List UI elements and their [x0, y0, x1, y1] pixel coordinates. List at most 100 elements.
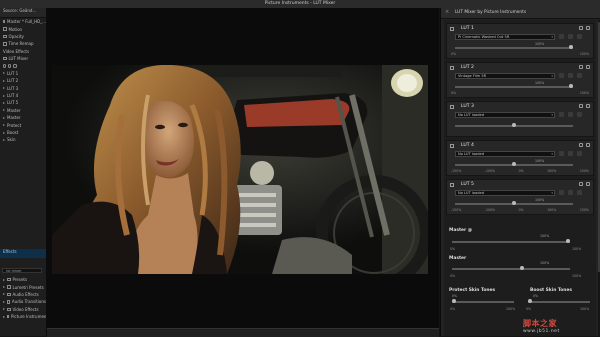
effect-tree-row[interactable]: Opacity [0, 33, 46, 40]
lut-select-dropdown[interactable]: PI Cinematic Washed Out 5R ▾ [455, 34, 555, 40]
effects-search-input[interactable]: lut mixer [2, 268, 42, 273]
disclosure-triangle-icon[interactable] [3, 293, 5, 296]
lut-mix-slider-knob[interactable] [569, 84, 573, 88]
disclosure-triangle-icon[interactable] [3, 87, 5, 90]
lut-mix-slider-track[interactable] [455, 86, 573, 88]
load-button[interactable] [568, 112, 573, 117]
folder-icon[interactable] [586, 103, 590, 108]
link-icon[interactable] [579, 142, 583, 147]
disclosure-triangle-icon[interactable] [3, 315, 5, 318]
lut-enable-icon[interactable] [450, 65, 454, 70]
mask-tool-icon[interactable] [13, 64, 17, 68]
link-icon[interactable] [579, 181, 583, 186]
effect-tree-row[interactable]: Protect [0, 121, 46, 128]
effect-tree-row[interactable]: LUT 3 [0, 85, 46, 92]
load-button[interactable] [568, 151, 573, 156]
fx-icon[interactable] [3, 34, 7, 39]
disclosure-triangle-icon[interactable] [3, 101, 5, 104]
effects-tree-row[interactable]: Lumetri Presets [0, 283, 46, 290]
folder-icon[interactable] [586, 181, 590, 186]
effect-tree-row[interactable]: Motion [0, 25, 46, 32]
reset-button[interactable] [577, 190, 582, 195]
effect-tree-row[interactable]: Time Remap [0, 40, 46, 47]
disclosure-triangle-icon[interactable] [3, 79, 5, 82]
effect-tree-row[interactable]: Video Effects [0, 48, 46, 55]
disclosure-triangle-icon[interactable] [3, 72, 5, 75]
effect-tree-row[interactable]: LUT 2 [0, 77, 46, 84]
reset-button[interactable] [577, 34, 582, 39]
effects-panel-tab[interactable]: Effects [0, 249, 46, 258]
lut-mix-slider-knob[interactable] [512, 201, 516, 205]
effect-tree-row[interactable]: LUT Mixer [0, 55, 46, 62]
disclosure-triangle-icon[interactable] [3, 131, 5, 134]
folder-icon[interactable] [586, 25, 590, 30]
effect-tree-row[interactable]: Master [0, 114, 46, 121]
effect-tree-row[interactable]: Master * Full_HD_... [0, 18, 46, 25]
lut-mix-slider-track[interactable] [455, 47, 573, 49]
reset-button[interactable] [577, 151, 582, 156]
eye-toggle-button[interactable] [559, 112, 564, 117]
lut-select-dropdown[interactable]: No LUT loaded ▾ [455, 151, 555, 157]
effect-tree-row[interactable]: Master [0, 107, 46, 114]
eye-toggle-button[interactable] [559, 73, 564, 78]
boost-skin-slider-track[interactable] [528, 301, 590, 303]
reset-button[interactable] [577, 112, 582, 117]
fx-icon[interactable] [3, 19, 6, 24]
protect-skin-slider-knob[interactable] [452, 299, 456, 303]
load-button[interactable] [568, 73, 573, 78]
disclosure-triangle-icon[interactable] [3, 124, 5, 127]
master-at-slider-track[interactable] [452, 241, 570, 243]
disclosure-triangle-icon[interactable] [3, 94, 5, 97]
disclosure-triangle-icon[interactable] [3, 286, 5, 289]
folder-icon[interactable] [586, 64, 590, 69]
close-icon[interactable]: × [445, 10, 449, 15]
lut-select-dropdown[interactable]: Vintage Film 5R ▾ [455, 73, 555, 79]
effect-tree-row[interactable]: Skin [0, 136, 46, 143]
protect-skin-slider-track[interactable] [452, 301, 514, 303]
master-at-slider-knob[interactable] [566, 239, 570, 243]
lut-enable-icon[interactable] [450, 26, 454, 31]
lut-select-dropdown[interactable]: No LUT loaded ▾ [455, 112, 555, 118]
fx-icon[interactable] [3, 56, 7, 61]
lut-select-dropdown[interactable]: No LUT loaded ▾ [455, 190, 555, 196]
lut-mix-slider-knob[interactable] [569, 45, 573, 49]
link-icon[interactable] [579, 25, 583, 30]
disclosure-triangle-icon[interactable] [3, 300, 5, 303]
load-button[interactable] [568, 190, 573, 195]
lut-mix-slider-knob[interactable] [512, 162, 516, 166]
effect-tree-row[interactable] [0, 62, 46, 69]
folder-icon[interactable] [586, 142, 590, 147]
disclosure-triangle-icon[interactable] [3, 278, 5, 281]
eye-toggle-button[interactable] [559, 151, 564, 156]
effects-tree-row[interactable]: Audio Transitions [0, 298, 46, 305]
master-slider-track[interactable] [452, 268, 570, 270]
lut-enable-icon[interactable] [450, 143, 454, 148]
lut-enable-icon[interactable] [450, 182, 454, 187]
effects-tree-row[interactable]: Picture Instruments [0, 313, 46, 320]
effect-tree-row[interactable]: LUT 4 [0, 92, 46, 99]
eye-toggle-button[interactable] [559, 190, 564, 195]
load-button[interactable] [568, 34, 573, 39]
effects-tree-row[interactable]: Video Effects [0, 306, 46, 313]
disclosure-triangle-icon[interactable] [3, 109, 5, 112]
link-icon[interactable] [579, 64, 583, 69]
boost-skin-slider-knob[interactable] [528, 299, 532, 303]
effects-tree-row[interactable]: Presets [0, 276, 46, 283]
lut-mix-slider-knob[interactable] [512, 123, 516, 127]
disclosure-triangle-icon[interactable] [3, 308, 5, 311]
fx-icon[interactable] [3, 42, 7, 46]
effect-tree-row[interactable]: Boost [0, 129, 46, 136]
reset-button[interactable] [577, 73, 582, 78]
link-icon[interactable] [579, 103, 583, 108]
effect-tree-row[interactable]: LUT 1 [0, 70, 46, 77]
eye-toggle-button[interactable] [559, 34, 564, 39]
mask-tool-icon[interactable] [8, 64, 12, 68]
fx-icon[interactable] [3, 27, 7, 31]
lut-scale-label: 150% [579, 169, 589, 173]
disclosure-triangle-icon[interactable] [3, 138, 5, 141]
effect-tree-row[interactable]: LUT 5 [0, 99, 46, 106]
disclosure-triangle-icon[interactable] [3, 116, 5, 119]
effects-tree-row[interactable]: Audio Effects [0, 291, 46, 298]
mask-tool-icon[interactable] [3, 64, 7, 68]
lut-enable-icon[interactable] [450, 104, 454, 109]
